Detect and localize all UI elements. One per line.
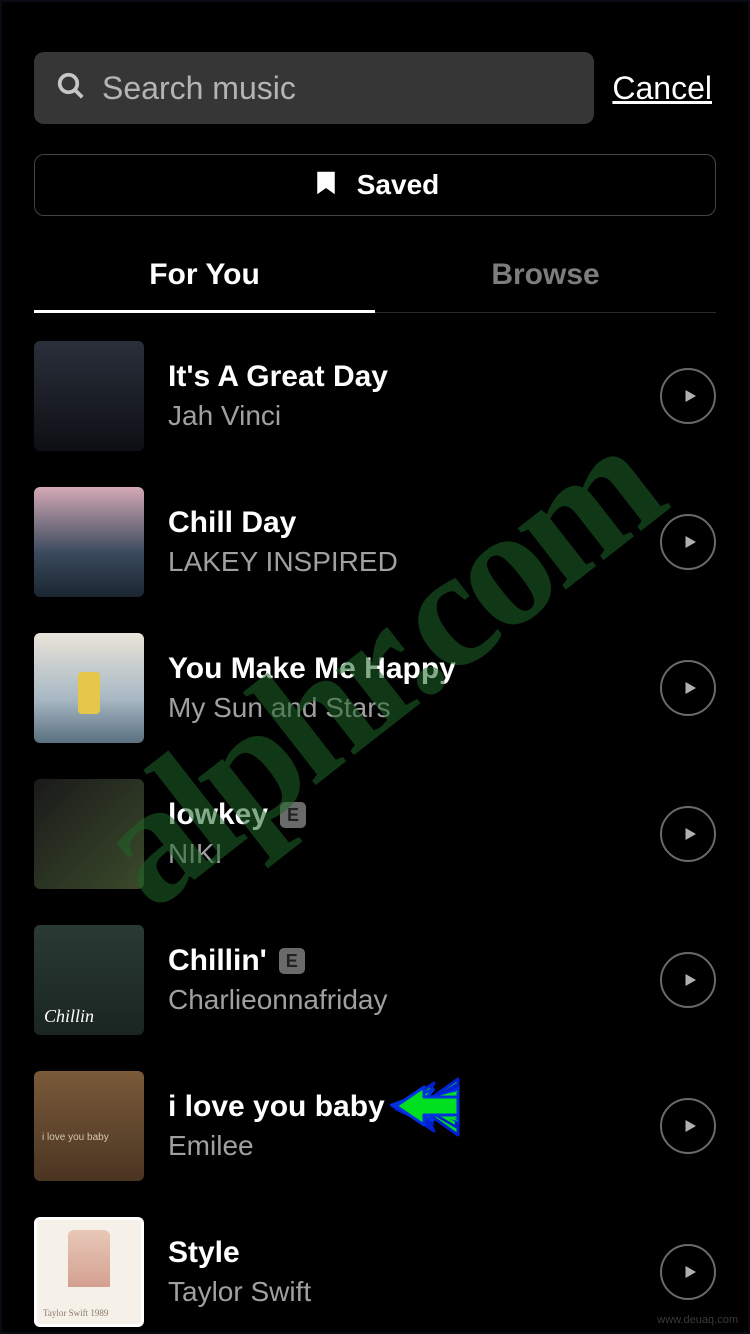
attribution-text: www.deuaq.com bbox=[657, 1314, 738, 1326]
track-info: Chillin' E Charlieonnafriday bbox=[168, 944, 636, 1016]
track-info: It's A Great Day Jah Vinci bbox=[168, 360, 636, 432]
album-art bbox=[34, 487, 144, 597]
track-row[interactable]: Style Taylor Swift bbox=[34, 1217, 716, 1327]
bookmark-icon bbox=[311, 168, 341, 203]
track-list: It's A Great Day Jah Vinci Chill Day LAK… bbox=[34, 313, 716, 1327]
track-artist: NIKI bbox=[168, 838, 636, 870]
track-info: Chill Day LAKEY INSPIRED bbox=[168, 506, 636, 578]
track-title: It's A Great Day bbox=[168, 360, 388, 394]
track-row[interactable]: It's A Great Day Jah Vinci bbox=[34, 341, 716, 451]
track-row[interactable]: lowkey E NIKI bbox=[34, 779, 716, 889]
track-title: Chill Day bbox=[168, 506, 296, 540]
track-title: i love you baby bbox=[168, 1090, 385, 1124]
saved-label: Saved bbox=[357, 169, 440, 201]
track-artist: LAKEY INSPIRED bbox=[168, 546, 636, 578]
track-info: lowkey E NIKI bbox=[168, 798, 636, 870]
track-artist: Charlieonnafriday bbox=[168, 984, 636, 1016]
track-info: Style Taylor Swift bbox=[168, 1236, 636, 1308]
explicit-badge: E bbox=[280, 802, 306, 828]
track-title: Style bbox=[168, 1236, 240, 1270]
play-button[interactable] bbox=[660, 1098, 716, 1154]
play-button[interactable] bbox=[660, 952, 716, 1008]
tab-for-you[interactable]: For You bbox=[34, 240, 375, 312]
track-artist: Jah Vinci bbox=[168, 400, 636, 432]
explicit-badge: E bbox=[279, 948, 305, 974]
track-row[interactable]: Chillin' E Charlieonnafriday bbox=[34, 925, 716, 1035]
search-icon bbox=[56, 71, 86, 106]
track-artist: My Sun and Stars bbox=[168, 692, 636, 724]
album-art bbox=[34, 779, 144, 889]
play-button[interactable] bbox=[660, 514, 716, 570]
track-title: You Make Me Happy bbox=[168, 652, 456, 686]
search-row: Search music Cancel bbox=[34, 52, 716, 124]
tabs: For You Browse bbox=[34, 240, 716, 313]
track-artist: Taylor Swift bbox=[168, 1276, 636, 1308]
cancel-button[interactable]: Cancel bbox=[612, 70, 716, 107]
saved-button[interactable]: Saved bbox=[34, 154, 716, 216]
track-title: lowkey bbox=[168, 798, 268, 832]
play-button[interactable] bbox=[660, 1244, 716, 1300]
search-input[interactable]: Search music bbox=[34, 52, 594, 124]
track-info: i love you baby Emilee bbox=[168, 1090, 636, 1162]
play-button[interactable] bbox=[660, 660, 716, 716]
track-title: Chillin' bbox=[168, 944, 267, 978]
play-button[interactable] bbox=[660, 368, 716, 424]
search-placeholder: Search music bbox=[102, 70, 296, 107]
track-row[interactable]: You Make Me Happy My Sun and Stars bbox=[34, 633, 716, 743]
album-art bbox=[34, 925, 144, 1035]
tab-browse[interactable]: Browse bbox=[375, 240, 716, 312]
album-art bbox=[34, 1217, 144, 1327]
album-art bbox=[34, 1071, 144, 1181]
track-row[interactable]: Chill Day LAKEY INSPIRED bbox=[34, 487, 716, 597]
album-art bbox=[34, 341, 144, 451]
album-art bbox=[34, 633, 144, 743]
play-button[interactable] bbox=[660, 806, 716, 862]
track-artist: Emilee bbox=[168, 1130, 636, 1162]
track-info: You Make Me Happy My Sun and Stars bbox=[168, 652, 636, 724]
track-row[interactable]: i love you baby Emilee bbox=[34, 1071, 716, 1181]
